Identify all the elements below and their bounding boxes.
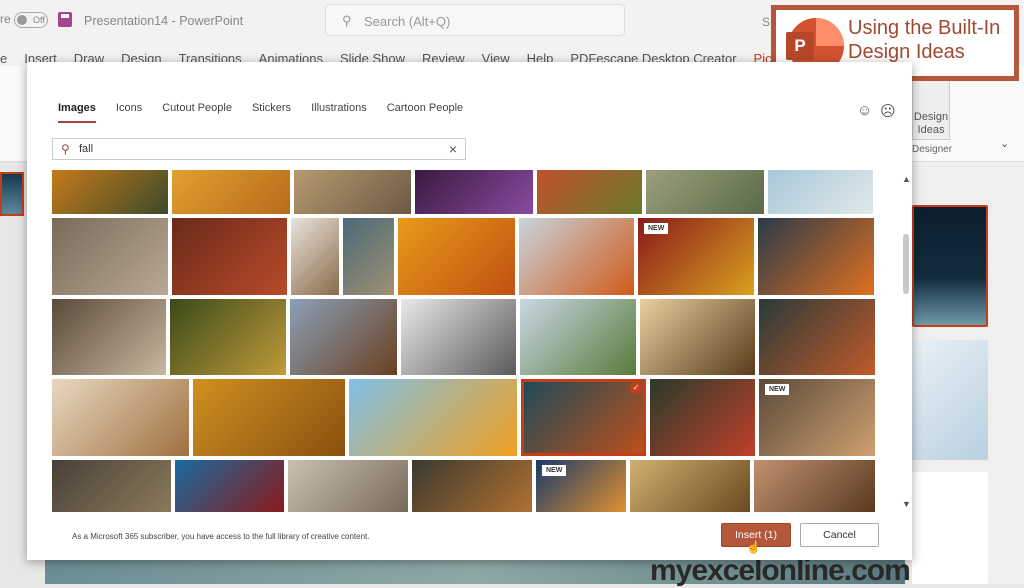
tab-cartoon-people[interactable]: Cartoon People (387, 102, 463, 123)
new-badge: NEW (765, 384, 790, 395)
powerpoint-logo-letter: P (786, 32, 814, 60)
new-badge: NEW (542, 465, 567, 476)
tab-images[interactable]: Images (58, 102, 96, 123)
image-result[interactable] (52, 379, 189, 456)
designer-group-label: Designer (912, 144, 953, 155)
image-result[interactable] (640, 299, 755, 375)
image-result[interactable] (415, 170, 533, 214)
design-idea-thumbnail[interactable] (912, 205, 988, 327)
cancel-button[interactable]: Cancel (800, 523, 879, 547)
image-row (52, 170, 875, 214)
image-result[interactable] (519, 218, 634, 295)
image-result[interactable] (172, 218, 287, 295)
search-icon: ⚲ (342, 13, 352, 28)
save-icon[interactable] (58, 12, 72, 27)
tab-stickers[interactable]: Stickers (252, 102, 291, 123)
image-result[interactable] (646, 170, 764, 214)
tab-cutout-people[interactable]: Cutout People (162, 102, 232, 123)
image-result[interactable] (758, 218, 874, 295)
image-result[interactable] (52, 170, 168, 214)
stock-images-dialog: Images Icons Cutout People Stickers Illustra… (27, 62, 912, 560)
design-ideas-button[interactable]: Design Ideas (912, 78, 950, 140)
image-result[interactable] (52, 460, 171, 512)
image-row: ✓ NEW (52, 379, 875, 456)
selected-check-icon[interactable]: ✓ (630, 382, 642, 394)
image-result[interactable] (294, 170, 411, 214)
ribbon-tab[interactable]: e (0, 40, 7, 66)
scroll-down-icon[interactable]: ▼ (902, 499, 911, 509)
image-result[interactable] (172, 170, 290, 214)
image-result[interactable]: NEW (759, 379, 875, 456)
image-result[interactable] (520, 299, 636, 375)
search-placeholder: Search (Alt+Q) (364, 14, 451, 29)
frown-feedback-icon[interactable]: ☹ (880, 102, 896, 120)
image-row (52, 299, 875, 375)
image-result[interactable] (537, 170, 642, 214)
hand-cursor-icon: ☝ (746, 540, 761, 554)
smile-feedback-icon[interactable]: ☺ (857, 102, 872, 119)
image-result[interactable] (170, 299, 286, 375)
image-result[interactable]: NEW (638, 218, 754, 295)
search-icon: ⚲ (61, 142, 70, 156)
image-results-grid: NEW ✓ NEW NEW (52, 170, 875, 512)
image-result[interactable] (290, 299, 397, 375)
image-result[interactable] (768, 170, 873, 214)
image-result[interactable] (291, 218, 339, 295)
image-result[interactable] (401, 299, 516, 375)
image-result[interactable] (175, 460, 284, 512)
image-result[interactable] (412, 460, 532, 512)
subscriber-note: As a Microsoft 365 subscriber, you have … (72, 532, 370, 541)
clear-search-icon[interactable]: × (449, 141, 457, 157)
scrollbar[interactable]: ▲ ▼ (900, 174, 912, 509)
image-result[interactable] (52, 299, 166, 375)
slide-thumbnail[interactable] (0, 172, 24, 216)
search-value: fall (79, 143, 94, 155)
image-row: NEW (52, 460, 875, 512)
search-box[interactable]: ⚲ Search (Alt+Q) (325, 4, 625, 36)
image-search-input[interactable]: ⚲ fall × (52, 138, 466, 160)
scrollbar-thumb[interactable] (903, 234, 909, 294)
overlay-title: Using the Built-In Design Ideas (848, 17, 1001, 63)
design-idea-thumbnail[interactable] (912, 472, 988, 584)
image-result[interactable]: ✓ (521, 379, 646, 456)
category-tabs: Images Icons Cutout People Stickers Illustra… (58, 102, 463, 123)
image-result[interactable] (52, 218, 168, 295)
tab-illustrations[interactable]: Illustrations (311, 102, 367, 123)
image-result[interactable] (288, 460, 408, 512)
image-row: NEW (52, 218, 875, 295)
image-result[interactable] (193, 379, 345, 456)
image-result[interactable] (398, 218, 515, 295)
image-result[interactable] (349, 379, 517, 456)
autosave-label: re (0, 12, 11, 26)
document-title: Presentation14 - PowerPoint (84, 14, 244, 28)
image-result[interactable] (343, 218, 394, 295)
image-result[interactable] (650, 379, 755, 456)
new-badge: NEW (644, 223, 669, 234)
design-idea-thumbnail[interactable] (912, 340, 988, 460)
tab-icons[interactable]: Icons (116, 102, 142, 123)
image-result[interactable] (759, 299, 875, 375)
image-result[interactable]: NEW (536, 460, 626, 512)
image-result[interactable] (630, 460, 750, 512)
scroll-up-icon[interactable]: ▲ (902, 174, 911, 184)
collapse-ribbon-icon[interactable]: ⌄ (1000, 137, 1009, 150)
autosave-toggle[interactable]: Off (14, 12, 48, 28)
image-result[interactable] (754, 460, 875, 512)
